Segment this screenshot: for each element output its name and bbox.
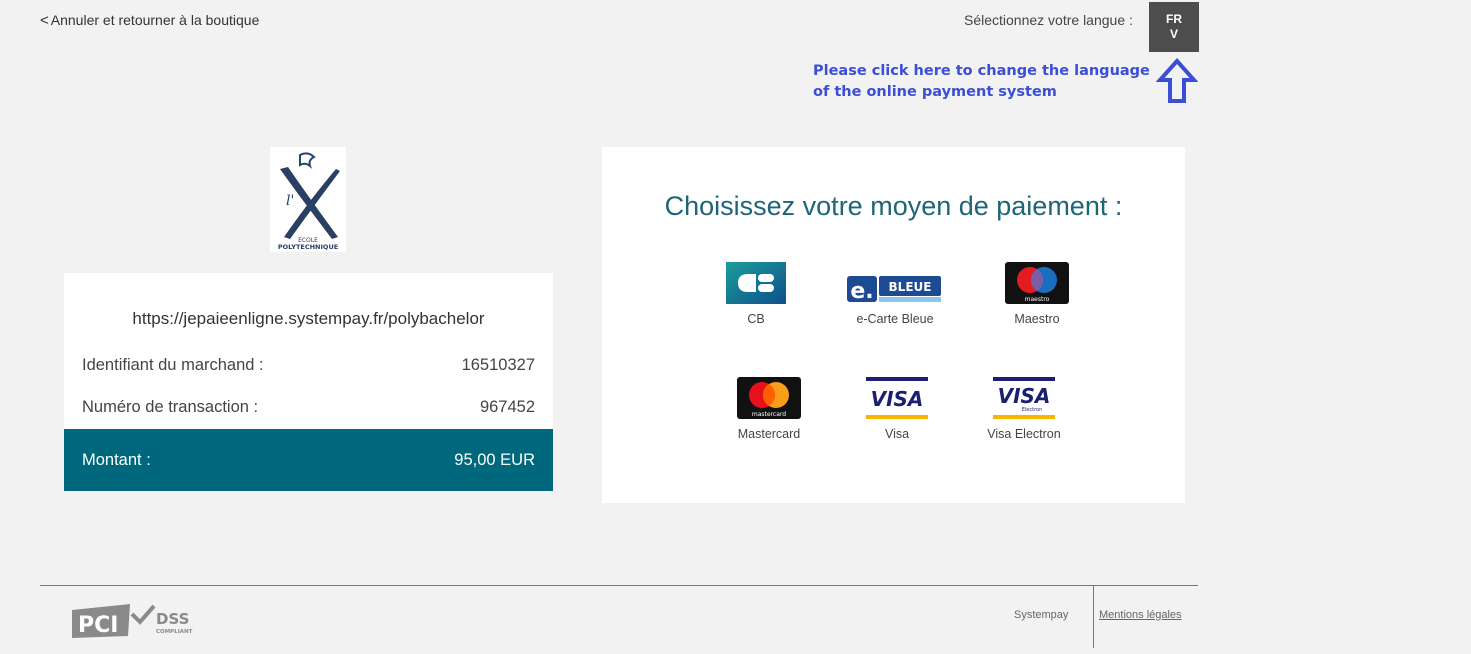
payment-method-label: Visa Electron bbox=[987, 427, 1061, 441]
back-to-shop-link[interactable]: < Annuler et retourner à la boutique bbox=[40, 12, 259, 29]
visa-electron-icon: VISA Electron bbox=[993, 377, 1055, 419]
svg-text:BLEUE: BLEUE bbox=[889, 280, 932, 294]
svg-text:POLYTECHNIQUE: POLYTECHNIQUE bbox=[278, 243, 338, 251]
footer-divider bbox=[40, 585, 1198, 586]
transaction-number-value: 967452 bbox=[479, 398, 535, 416]
annotation-line-1: Please click here to change the language bbox=[813, 63, 1150, 79]
maestro-icon: maestro bbox=[1005, 262, 1069, 304]
merchant-id-value: 16510327 bbox=[461, 356, 535, 374]
svg-text:l': l' bbox=[286, 193, 294, 209]
payment-method-e-carte-bleue[interactable]: e. BLEUE e-Carte Bleue bbox=[820, 262, 970, 326]
payment-method-card: Choisissez votre moyen de paiement : CB … bbox=[602, 147, 1185, 503]
merchant-url: https://jepaieenligne.systempay.fr/polyb… bbox=[132, 309, 485, 328]
back-link-label: Annuler et retourner à la boutique bbox=[50, 12, 260, 28]
payment-method-label: CB bbox=[747, 312, 765, 326]
language-label: Sélectionnez votre langue : bbox=[964, 12, 1133, 28]
amount-value: 95,00 EUR bbox=[454, 450, 535, 469]
pci-dss-logo: PCI DSS COMPLIANT bbox=[72, 604, 193, 638]
transaction-summary-card: https://jepaieenligne.systempay.fr/polyb… bbox=[64, 273, 553, 491]
svg-text:DSS: DSS bbox=[156, 610, 189, 628]
svg-text:mastercard: mastercard bbox=[752, 411, 786, 418]
footer-separator bbox=[1093, 586, 1094, 648]
annotation-line-2: of the online payment system bbox=[813, 84, 1057, 100]
svg-text:Electron: Electron bbox=[1022, 407, 1043, 413]
e-carte-bleue-icon: e. BLEUE bbox=[847, 276, 941, 304]
svg-text:VISA: VISA bbox=[998, 384, 1051, 408]
ecole-polytechnique-logo: l' ECOLE POLYTECHNIQUE bbox=[270, 147, 346, 252]
payment-method-maestro[interactable]: maestro Maestro bbox=[962, 262, 1112, 326]
amount-label: Montant : bbox=[82, 450, 151, 469]
visa-icon: VISA bbox=[866, 377, 928, 419]
cb-icon bbox=[726, 262, 786, 304]
chevron-down-icon: V bbox=[1169, 27, 1178, 41]
svg-text:VISA: VISA bbox=[871, 387, 924, 411]
language-help-annotation: Please click here to change the language… bbox=[813, 61, 1153, 103]
arrow-up-icon bbox=[1156, 58, 1198, 103]
mastercard-icon: mastercard bbox=[737, 377, 801, 419]
svg-text:COMPLIANT: COMPLIANT bbox=[156, 629, 193, 635]
transaction-number-label: Numéro de transaction : bbox=[82, 398, 259, 416]
payment-method-visa-electron[interactable]: VISA Electron Visa Electron bbox=[949, 377, 1099, 441]
transaction-number-row: Numéro de transaction : 967452 bbox=[82, 398, 535, 417]
chevron-left-icon: < bbox=[40, 12, 49, 29]
language-selector-button[interactable]: FR V bbox=[1149, 2, 1199, 52]
payment-method-label: e-Carte Bleue bbox=[856, 312, 934, 326]
language-code: FR bbox=[1166, 12, 1182, 26]
svg-text:maestro: maestro bbox=[1025, 296, 1050, 303]
amount-bar: Montant : 95,00 EUR bbox=[64, 429, 553, 491]
svg-text:e.: e. bbox=[850, 279, 873, 304]
legal-notice-link[interactable]: Mentions légales bbox=[1099, 609, 1182, 621]
payment-title: Choisissez votre moyen de paiement : bbox=[664, 191, 1123, 221]
payment-method-cb[interactable]: CB bbox=[681, 262, 831, 326]
svg-text:PCI: PCI bbox=[78, 613, 118, 638]
systempay-label: Systempay bbox=[1014, 609, 1069, 621]
payment-method-label: Maestro bbox=[1014, 312, 1060, 326]
merchant-id-row: Identifiant du marchand : 16510327 bbox=[82, 356, 535, 375]
merchant-id-label: Identifiant du marchand : bbox=[82, 356, 264, 374]
